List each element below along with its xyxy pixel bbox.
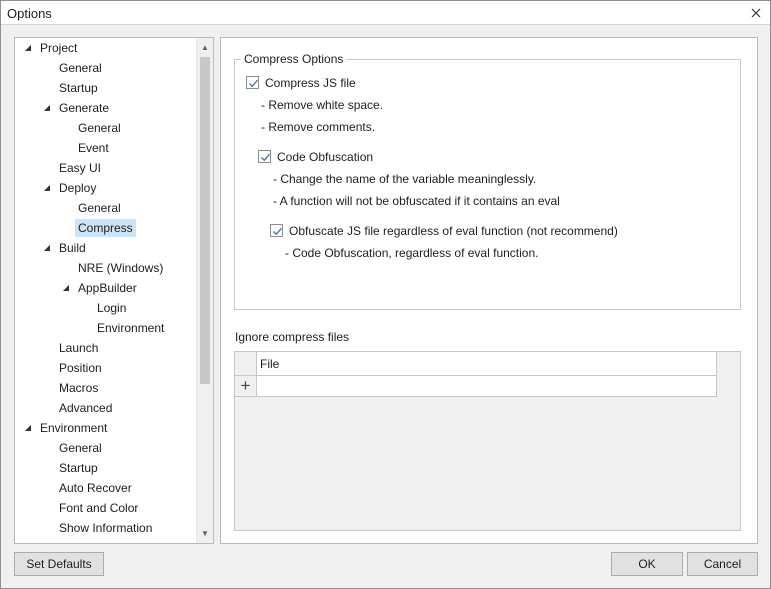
tree-item-label: Deploy xyxy=(59,181,97,195)
grid-corner xyxy=(235,352,257,376)
expand-triangle-icon[interactable]: ◢ xyxy=(23,38,33,58)
checkmark-icon xyxy=(249,79,258,88)
ignore-files-grid: File + xyxy=(234,351,741,531)
note-rename-variables: - Change the name of the variable meanin… xyxy=(273,172,537,186)
scroll-down-icon[interactable]: ▼ xyxy=(197,525,213,542)
new-file-row[interactable] xyxy=(257,376,717,397)
checkmark-icon xyxy=(261,153,270,162)
scroll-up-icon[interactable]: ▲ xyxy=(197,39,213,56)
add-row-icon[interactable]: + xyxy=(235,376,257,397)
checkmark-icon xyxy=(273,227,282,236)
tree-item-label: Launch xyxy=(59,341,99,355)
tree-item-label: Startup xyxy=(59,81,98,95)
expand-triangle-icon[interactable]: ◢ xyxy=(42,98,52,118)
tree-item-label: Environment xyxy=(40,421,108,435)
checkbox-box[interactable] xyxy=(270,224,283,237)
scroll-thumb[interactable] xyxy=(200,57,210,384)
column-header-file[interactable]: File xyxy=(257,352,717,376)
tree-item-label: Environment xyxy=(97,321,165,335)
note-remove-comments: - Remove comments. xyxy=(261,120,376,134)
tree-item-label: AppBuilder xyxy=(78,281,137,295)
options-tree: ◢ Project General Startup ◢ Generate General Ev… xyxy=(14,37,214,544)
cancel-button[interactable]: Cancel xyxy=(687,552,758,576)
tree-item-label: Auto Recover xyxy=(59,481,132,495)
expand-triangle-icon[interactable]: ◢ xyxy=(42,178,52,198)
expand-triangle-icon[interactable]: ◢ xyxy=(23,418,33,438)
expand-triangle-icon[interactable]: ◢ xyxy=(42,238,52,258)
note-obfuscate-eval: - Code Obfuscation, regardless of eval f… xyxy=(285,246,539,260)
checkbox-box[interactable] xyxy=(258,150,271,163)
options-dialog: Options ◢ Project General Startup ◢ Generate G… xyxy=(0,0,771,589)
tree-item-label: Macros xyxy=(59,381,99,395)
tree-item-label: Position xyxy=(59,361,102,375)
code-obfuscation-label: Code Obfuscation xyxy=(277,150,374,164)
tree-item-label: Startup xyxy=(59,461,98,475)
tree-item-label: Build xyxy=(59,241,86,255)
note-eval-warning: - A function will not be obfuscated if i… xyxy=(273,194,560,208)
expand-triangle-icon[interactable]: ◢ xyxy=(61,278,71,298)
tree-scrollbar[interactable]: ▲ ▼ xyxy=(196,38,213,543)
close-icon[interactable] xyxy=(748,5,764,21)
tree-item-label: General xyxy=(59,61,102,75)
compress-js-label: Compress JS file xyxy=(265,76,356,90)
note-remove-whitespace: - Remove white space. xyxy=(261,98,384,112)
tree-item-label: Generate xyxy=(59,101,110,115)
tree-item-label: Font and Color xyxy=(59,501,139,515)
tree-item-label: Login xyxy=(97,301,127,315)
compress-settings-panel: Compress Options Compress JS file - Remo… xyxy=(220,37,758,544)
obfuscate-eval-label: Obfuscate JS file regardless of eval fun… xyxy=(289,224,618,238)
title-bar: Options xyxy=(1,1,770,25)
tree-item-label: General xyxy=(78,121,121,135)
tree-item-label: NRE (Windows) xyxy=(78,261,164,275)
tree-item-label: Compress xyxy=(75,219,136,237)
ok-button[interactable]: OK xyxy=(611,552,683,576)
ignore-files-label: Ignore compress files xyxy=(235,330,350,344)
tree-item-label: General xyxy=(78,201,121,215)
tree-item-label: Event xyxy=(78,141,109,155)
window-title: Options xyxy=(7,6,52,21)
tree-item-label: Easy UI xyxy=(59,161,102,175)
tree-item-label: Show Information xyxy=(59,521,153,535)
tree-item-label: Advanced xyxy=(59,401,113,415)
checkbox-box[interactable] xyxy=(246,76,259,89)
compress-options-title: Compress Options xyxy=(241,52,347,66)
set-defaults-button[interactable]: Set Defaults xyxy=(14,552,104,576)
tree-item-label: General xyxy=(59,441,102,455)
tree-item-label: Project xyxy=(40,41,78,55)
